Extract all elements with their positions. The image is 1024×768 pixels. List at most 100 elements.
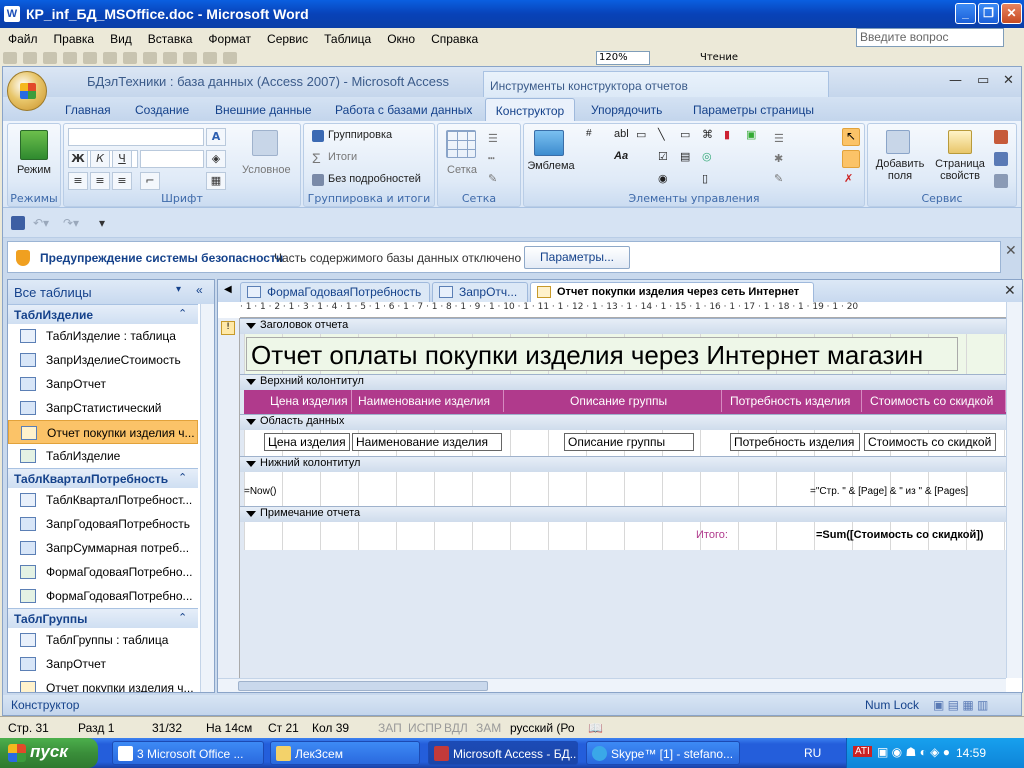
minimize-button[interactable]: _ — [955, 3, 976, 24]
menu-insert[interactable]: Вставка — [140, 32, 201, 46]
menu-view[interactable]: Вид — [102, 32, 140, 46]
zoom-combo[interactable]: 120% — [596, 51, 650, 65]
add-fields-button[interactable]: Добавить поля — [870, 158, 930, 182]
label-control-icon[interactable]: abl — [614, 128, 629, 140]
tab-database-tools[interactable]: Работа с базами данных — [335, 103, 472, 117]
cut-icon[interactable] — [163, 52, 177, 64]
select-pointer-icon[interactable]: ↖ — [842, 128, 860, 146]
spelling-status-icon[interactable]: 📖 — [588, 721, 603, 735]
nav-item[interactable]: ТаблГруппы : таблица — [8, 628, 198, 652]
line-control-icon[interactable]: ╲ — [658, 128, 665, 141]
section-page-footer[interactable]: Нижний колонтитул — [240, 456, 1006, 472]
open-icon[interactable] — [23, 52, 37, 64]
footer-page-field[interactable]: ="Стр. " & [Page] & " из " & [Pages] — [810, 486, 968, 497]
button-control-icon[interactable]: ▭ — [636, 128, 646, 141]
research-icon[interactable] — [143, 52, 157, 64]
close-button[interactable]: ✕ — [1001, 3, 1022, 24]
line-thickness-icon[interactable]: ☰ — [488, 132, 498, 145]
view-icon[interactable] — [20, 130, 48, 160]
nav-item[interactable]: Отчет покупки изделия ч... — [8, 676, 198, 692]
tab-create[interactable]: Создание — [135, 103, 189, 117]
access-close-button[interactable]: ✕ — [1003, 73, 1014, 88]
grouping-button[interactable]: Группировка — [328, 129, 392, 141]
nav-item[interactable]: ЗапрГодоваяПотребность — [8, 512, 198, 536]
collapse-chevron-icon[interactable]: ⌃ — [178, 611, 187, 624]
qat-undo-icon[interactable]: ↶▾ — [33, 216, 49, 230]
status-ovr[interactable]: ЗАМ — [476, 721, 501, 735]
nav-item[interactable]: ФормаГодоваяПотребно... — [8, 560, 198, 584]
logo-button[interactable]: Эмблема — [526, 160, 576, 172]
font-size-combo[interactable] — [140, 150, 204, 168]
spell-icon[interactable] — [123, 52, 137, 64]
header-label-group[interactable]: Описание группы — [566, 390, 722, 412]
align-center-icon[interactable]: ≡ — [90, 172, 110, 190]
nav-item[interactable]: ТаблКварталПотребност... — [8, 488, 198, 512]
tab-external-data[interactable]: Внешние данные — [215, 103, 312, 117]
control-wizards-icon[interactable] — [842, 150, 860, 168]
underline-button[interactable]: Ч — [112, 150, 132, 168]
help-search-input[interactable]: Введите вопрос — [856, 28, 1004, 47]
restore-button[interactable]: ❐ — [978, 3, 999, 24]
ati-tray-icon[interactable]: ATI — [853, 746, 872, 757]
status-trk[interactable]: ИСПР — [408, 721, 442, 735]
totals-button[interactable]: Итоги — [328, 151, 357, 163]
qat-save-icon[interactable] — [11, 216, 25, 230]
taskbar-access[interactable]: Microsoft Access - БД... — [428, 741, 578, 765]
nav-collapse-icon[interactable]: « — [196, 283, 203, 297]
view-code-icon[interactable] — [994, 174, 1008, 188]
nav-group-header[interactable]: ТаблИзделие — [8, 304, 198, 324]
menu-file[interactable]: Файл — [0, 32, 46, 46]
nav-item[interactable]: ЗапрОтчет — [8, 652, 198, 676]
gridlines-button[interactable]: Сетка — [442, 164, 482, 176]
collapse-chevron-icon[interactable]: ⌃ — [178, 471, 187, 484]
section-page-header[interactable]: Верхний колонтитул — [240, 374, 1006, 390]
taskbar-folder[interactable]: ЛекЗсем — [270, 741, 420, 765]
menu-window[interactable]: Окно — [379, 32, 423, 46]
section-alert-icon[interactable]: ! — [221, 321, 235, 335]
chart-control-icon[interactable]: ▮ — [724, 128, 730, 141]
detail-field-group[interactable]: Описание группы — [564, 433, 694, 451]
detail-field-need[interactable]: Потребность изделия — [730, 433, 860, 451]
header-label-cost[interactable]: Стоимость со скидкой — [866, 390, 1006, 412]
security-options-button[interactable]: Параметры... — [524, 246, 630, 269]
reading-button[interactable]: Чтение — [700, 52, 738, 63]
collapse-chevron-icon[interactable]: ⌃ — [178, 307, 187, 320]
view-button[interactable]: Режим — [10, 164, 58, 176]
office-button[interactable] — [7, 71, 47, 111]
new-doc-icon[interactable] — [3, 52, 17, 64]
doc-tab-report[interactable]: Отчет покупки изделия через сеть Интерне… — [530, 282, 814, 302]
start-button[interactable]: пуск — [0, 738, 98, 768]
bold-button[interactable]: Ж — [68, 150, 88, 168]
taskbar-skype[interactable]: Skype™ [1] - stefano... — [586, 741, 740, 765]
copy-icon[interactable] — [183, 52, 197, 64]
section-report-footer[interactable]: Примечание отчета — [240, 506, 1006, 522]
save-icon[interactable] — [43, 52, 57, 64]
conditional-format-button[interactable]: Условное — [242, 164, 291, 176]
print-icon[interactable] — [83, 52, 97, 64]
line-color-control-icon[interactable]: ✎ — [774, 172, 783, 185]
tab-page-setup[interactable]: Параметры страницы — [693, 103, 814, 117]
doc-tab-query[interactable]: ЗапрОтч... — [432, 282, 528, 302]
property-sheet-icon[interactable] — [948, 130, 972, 154]
section-report-header[interactable]: Заголовок отчета — [240, 318, 1006, 334]
tab-order-icon[interactable] — [994, 130, 1008, 144]
line-type-icon[interactable]: ┅ — [488, 152, 495, 165]
paste-icon[interactable] — [203, 52, 217, 64]
qat-customize-icon[interactable]: ▾ — [99, 216, 105, 230]
preview-icon[interactable] — [103, 52, 117, 64]
nav-item[interactable]: Отчет покупки изделия ч... — [8, 420, 198, 444]
hyperlink-icon[interactable]: ◎ — [702, 150, 712, 163]
security-close-icon[interactable]: ✕ — [1005, 243, 1017, 259]
subreport-icon[interactable] — [994, 152, 1008, 166]
total-expression[interactable]: =Sum([Стоимость со скидкой]) — [816, 529, 984, 541]
format-painter-icon[interactable]: ⌐ — [140, 172, 160, 190]
tab-design[interactable]: Конструктор — [485, 98, 575, 122]
format-painter-icon[interactable] — [223, 52, 237, 64]
italic-button[interactable]: К — [90, 150, 110, 168]
nav-item[interactable]: ТаблИзделие : таблица — [8, 324, 198, 348]
permission-icon[interactable] — [63, 52, 77, 64]
font-color-icon[interactable]: A — [206, 128, 226, 146]
checkbox-control-icon[interactable]: ☑ — [658, 150, 668, 163]
menu-format[interactable]: Формат — [200, 32, 259, 46]
language-indicator[interactable]: RU — [804, 746, 821, 760]
